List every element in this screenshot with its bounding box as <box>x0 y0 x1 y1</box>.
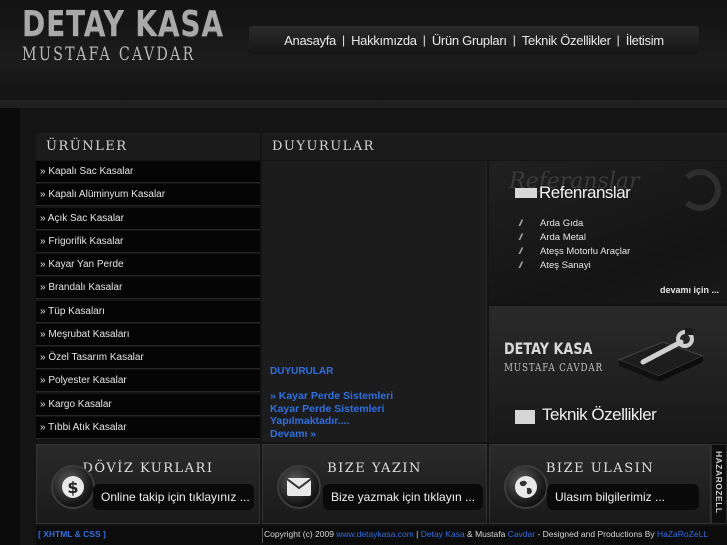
copyright-text: Copyright (c) 2009 www.detaykasa.com | D… <box>264 529 709 539</box>
logo-subtitle: MUSTAFA CAVDAR <box>22 43 196 65</box>
product-item-mesrubat[interactable]: » Meşrubat Kasaları <box>36 323 260 346</box>
logo-title[interactable]: DETAY KASA <box>22 4 224 45</box>
product-list: » Kapalı Sac Kasalar » Kapalı Alüminyum … <box>36 161 260 440</box>
references-more-link[interactable]: devamı için ... <box>660 285 719 295</box>
product-item-kargo[interactable]: » Kargo Kasalar <box>36 393 260 416</box>
wrench-icon <box>615 324 707 382</box>
slash-marker-icon: /// <box>519 246 523 256</box>
vertical-signature: HAZAROZELL <box>711 444 727 524</box>
product-item-acik-sac[interactable]: » Açık Sac Kasalar <box>36 207 260 230</box>
dollar-icon: $ <box>51 465 95 509</box>
slash-marker-icon: /// <box>519 232 523 242</box>
product-item-tup[interactable]: » Tüp Kasaları <box>36 300 260 323</box>
currency-link-button[interactable]: Online takip için tıklayınız ... <box>93 484 254 510</box>
products-heading: ÜRÜNLER <box>36 133 260 160</box>
announcement-more-link[interactable]: Devamı » <box>270 428 393 441</box>
announcements-heading: DUYURULAR <box>262 133 727 160</box>
site-header: DETAY KASA MUSTAFA CAVDAR Anasayfa | Hak… <box>0 0 727 100</box>
product-item-tibbi-atik[interactable]: » Tıbbi Atık Kasalar <box>36 416 260 439</box>
announcement-title: DUYURULAR <box>270 366 334 377</box>
contact-info-panel: BIZE ULASIN Ulasım bilgilerimiz ... <box>489 444 711 524</box>
site-footer: [ XHTML & CSS ] Copyright (c) 2009 www.d… <box>36 526 727 545</box>
tech-brand-title: DETAY KASA <box>504 339 593 358</box>
currency-panel: DÖVİZ KURLARI $ Online takip için tıklay… <box>36 444 260 524</box>
reference-item: ///Ateşs Motorlu Araçlar <box>519 245 631 257</box>
references-panel: Referanslar Refenranslar ///Arda Gıda //… <box>489 161 727 303</box>
contact-write-panel: BIZE YAZIN Bize yazmak için tıklayın ... <box>262 444 487 524</box>
tech-brand-subtitle: MUSTAFA CAVDAR <box>504 361 603 374</box>
technical-specs-banner[interactable]: DETAY KASA MUSTAFA CAVDAR Teknik Özellik… <box>489 306 727 442</box>
product-item-kapali-aluminyum[interactable]: » Kapalı Alüminyum Kasalar <box>36 184 260 207</box>
nav-urun-gruplari[interactable]: Ürün Grupları <box>427 33 512 48</box>
nav-anasayfa[interactable]: Anasayfa <box>279 33 341 48</box>
product-item-kayar-yan-perde[interactable]: » Kayar Yan Perde <box>36 254 260 276</box>
envelope-icon <box>277 465 321 509</box>
reference-item: ///Arda Metal <box>519 231 586 243</box>
svg-text:$: $ <box>67 478 78 497</box>
announcement-link[interactable]: » Kayar Perde Sistemleri <box>270 390 393 403</box>
swirl-ornament-icon <box>679 169 721 211</box>
xhtml-css-link[interactable]: [ XHTML & CSS ] <box>38 526 106 543</box>
slash-marker-icon: /// <box>519 218 523 228</box>
reference-item: ///Arda Gıda <box>519 217 584 229</box>
author-link[interactable]: HaZaRoZeLL <box>657 529 708 539</box>
contact-write-link-button[interactable]: Bize yazmak için tıklayın ... <box>323 484 483 510</box>
nav-hakkimizda[interactable]: Hakkımızda <box>346 33 422 48</box>
announcement-line: Yapılmaktadır.... <box>270 415 350 427</box>
product-item-polyester[interactable]: » Polyester Kasalar <box>36 370 260 393</box>
footer-divider <box>262 528 263 543</box>
reference-item: ///Ateş Sanayi <box>519 259 591 271</box>
signature-text: HAZAROZELL <box>714 451 724 514</box>
product-item-ozel-tasarim[interactable]: » Özel Tasarım Kasalar <box>36 347 260 369</box>
contact-info-link-button[interactable]: Ulasım bilgilerimiz ... <box>547 484 699 510</box>
tech-title: Teknik Özellikler <box>542 405 657 424</box>
bar-icon <box>515 188 537 198</box>
announcements-panel: DUYURULAR » Kayar Perde Sistemleri Kayar… <box>262 161 487 442</box>
product-item-kapali-sac[interactable]: » Kapalı Sac Kasalar <box>36 161 260 183</box>
globe-icon <box>504 465 548 509</box>
product-item-frigorifik[interactable]: » Frigorifik Kasalar <box>36 230 260 253</box>
announcement-body: » Kayar Perde Sistemleri Kayar Perde Sis… <box>270 390 393 440</box>
nav-iletisim[interactable]: İletisim <box>621 33 669 48</box>
site-link[interactable]: www.detaykasa.com <box>336 529 413 539</box>
main-nav: Anasayfa | Hakkımızda | Ürün Grupları | … <box>249 26 699 54</box>
slash-marker-icon: /// <box>519 260 523 270</box>
header-divider <box>0 100 727 108</box>
references-list: ///Arda Gıda ///Arda Metal ///Ateşs Moto… <box>519 216 630 272</box>
bar-icon <box>515 410 535 424</box>
announcement-line: Kayar Perde Sistemleri <box>270 402 385 415</box>
nav-teknik-ozellikler[interactable]: Teknik Özellikler <box>517 33 616 48</box>
product-item-brandali[interactable]: » Brandalı Kasalar <box>36 277 260 300</box>
references-title: Refenranslar <box>539 183 631 202</box>
